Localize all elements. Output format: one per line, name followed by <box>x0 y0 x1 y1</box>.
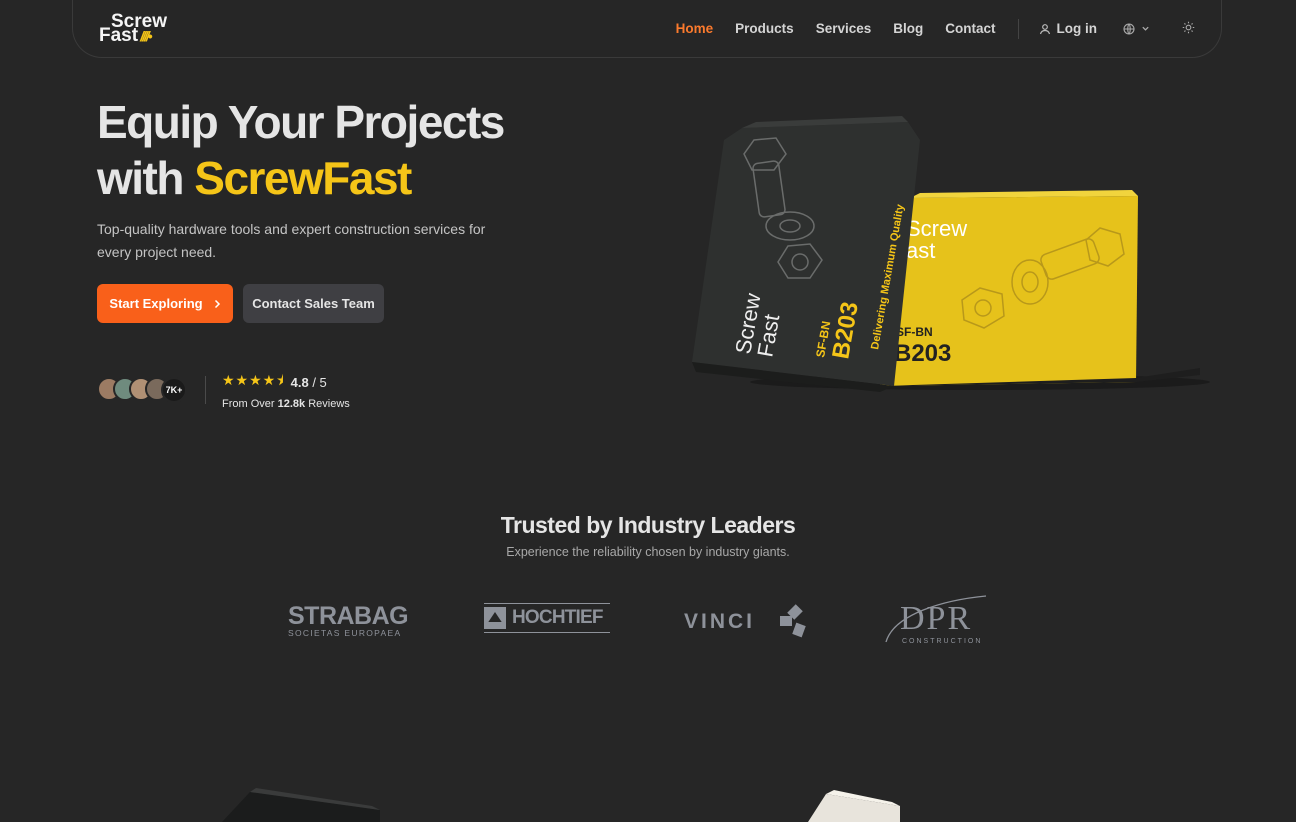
vinci-mark-icon <box>780 604 806 638</box>
review-suffix: Reviews <box>308 398 350 410</box>
dpr-name: DPR <box>900 600 973 637</box>
dark-box: Screw Fast SF-BN B203 Delivering Maximum… <box>692 116 920 392</box>
reviews-summary: 7K+ ★★★★⯨ 4.8 / 5 From Over 12.8k Review… <box>97 370 350 410</box>
nav-links: Home Products Services Blog Contact <box>676 21 996 36</box>
review-count: 12.8k <box>277 398 306 410</box>
dpr-logo: DPR CONSTRUCTION <box>884 594 994 648</box>
vinci-name: VINCI <box>684 610 756 633</box>
globe-icon <box>1123 22 1135 35</box>
logo-slashes-icon: ////• <box>140 27 153 44</box>
contact-sales-label: Contact Sales Team <box>252 296 375 311</box>
user-icon <box>1039 23 1050 34</box>
strabag-logo: STRABAG SOCIETAS EUROPAEA <box>288 602 409 639</box>
start-exploring-label: Start Exploring <box>109 296 203 311</box>
strabag-name: STRABAG <box>288 602 409 630</box>
logo-line-2: Fast <box>99 24 139 46</box>
reviews-divider <box>205 376 206 404</box>
next-section-preview-image <box>222 788 900 822</box>
yellow-box-model: B203 <box>894 340 951 367</box>
review-count-text: From Over 12.8k Reviews <box>222 398 350 410</box>
nav-link-services[interactable]: Services <box>816 21 872 36</box>
review-prefix: From Over <box>222 398 275 410</box>
hero-title-line-1: Equip Your Projects <box>97 96 505 148</box>
nav-link-products[interactable]: Products <box>735 21 794 36</box>
chevron-down-icon <box>1142 26 1149 31</box>
nav-link-contact[interactable]: Contact <box>945 21 995 36</box>
avatar-count-badge: 7K+ <box>161 377 187 403</box>
rating-max: / 5 <box>312 374 327 390</box>
yellow-box: Screw ast SF-BN B203 <box>880 190 1200 386</box>
yellow-box-brand-2: ast <box>906 238 935 263</box>
hochtief-name: HOCHTIEF <box>512 607 604 628</box>
star-rating-icon: ★★★★⯨ <box>222 372 285 388</box>
product-boxes-image: Screw ast SF-BN B203 Screw Fast SF-BN B2… <box>692 116 1210 392</box>
vinci-logo: VINCI <box>684 604 814 638</box>
hochtief-mark-icon <box>484 607 506 629</box>
rating-value: 4.8 / 5 <box>291 375 327 390</box>
hero-title: Equip Your Projects with ScrewFast <box>97 94 617 206</box>
nav-link-home[interactable]: Home <box>676 21 714 36</box>
hero-title-with: with <box>97 152 184 204</box>
start-exploring-button[interactable]: Start Exploring <box>97 284 233 323</box>
chevron-right-icon <box>214 299 220 308</box>
rating-number: 4.8 <box>290 374 309 390</box>
language-selector[interactable] <box>1123 22 1150 35</box>
hero-title-accent: ScrewFast <box>194 152 412 204</box>
sun-icon <box>1182 21 1195 33</box>
strabag-sub: SOCIETAS EUROPAEA <box>288 628 402 638</box>
login-label: Log in <box>1056 21 1098 36</box>
top-navbar: Screw Fast////• Home Products Services B… <box>72 0 1222 58</box>
trusted-title: Trusted by Industry Leaders <box>500 512 796 538</box>
hochtief-logo: HOCHTIEF <box>484 603 610 633</box>
reviewer-avatars: 7K+ <box>97 377 187 403</box>
dpr-sub: CONSTRUCTION <box>902 638 983 645</box>
theme-toggle[interactable] <box>1182 21 1195 37</box>
trusted-subtitle: Experience the reliability chosen by ind… <box>506 545 790 559</box>
hero-subtitle: Top-quality hardware tools and expert co… <box>97 221 486 260</box>
contact-sales-button[interactable]: Contact Sales Team <box>243 284 384 323</box>
yellow-box-code: SF-BN <box>896 325 933 339</box>
login-link[interactable]: Log in <box>1039 21 1098 36</box>
nav-divider <box>1017 18 1019 39</box>
nav-link-blog[interactable]: Blog <box>893 21 923 36</box>
screwfast-logo[interactable]: Screw Fast////• <box>99 12 167 46</box>
